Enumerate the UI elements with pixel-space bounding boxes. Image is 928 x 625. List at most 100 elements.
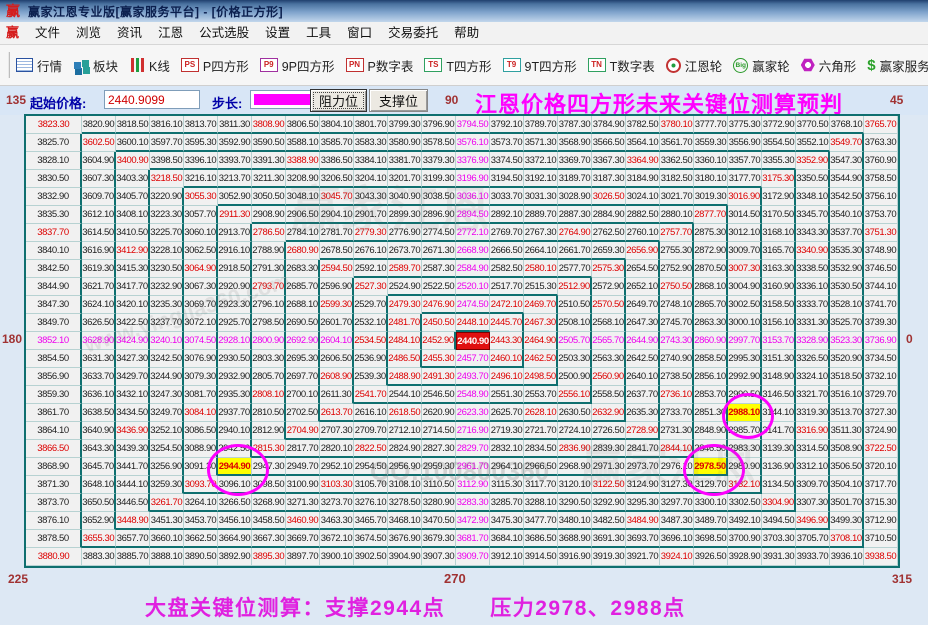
grid-cell: 3480.10 bbox=[558, 512, 592, 530]
grid-cell: 2781.70 bbox=[320, 224, 354, 242]
grid-cell: 3124.90 bbox=[626, 476, 660, 494]
grid-cell: 2724.10 bbox=[558, 422, 592, 440]
grid-cell: 3578.50 bbox=[422, 134, 456, 152]
grid-cell: 3259.30 bbox=[150, 476, 184, 494]
grid-cell: 2736.10 bbox=[660, 386, 694, 404]
toolbar-item-t-square[interactable]: TS T四方形 bbox=[424, 56, 492, 75]
grid-cell: 3160.90 bbox=[762, 278, 796, 296]
grid-cell: 3729.70 bbox=[864, 386, 898, 404]
grid-cell: 3496.90 bbox=[796, 512, 830, 530]
toolbar-item-gann-wheel[interactable]: 江恩轮 bbox=[665, 56, 722, 75]
grid-cell: 2460.10 bbox=[490, 350, 524, 368]
grid-cell: 3312.10 bbox=[796, 458, 830, 476]
grid-cell: 3300.10 bbox=[694, 494, 728, 512]
grid-cell: 2649.70 bbox=[626, 296, 660, 314]
grid-cell: 3628.90 bbox=[82, 332, 116, 350]
grid-cell: 2942.50 bbox=[218, 440, 252, 458]
window-title: 赢家江恩专业版[赢家服务平台] - [价格正方形] bbox=[28, 4, 284, 19]
toolbar-item-quotes[interactable]: 行情 bbox=[16, 56, 62, 75]
grid-cell: 3237.70 bbox=[150, 314, 184, 332]
grid-cell: 2868.10 bbox=[694, 278, 728, 296]
toolbar-item-p-square[interactable]: PS P四方形 bbox=[180, 56, 249, 75]
grid-cell: 2776.90 bbox=[388, 224, 422, 242]
start-price-input[interactable] bbox=[104, 90, 200, 109]
grid-cell: 2743.30 bbox=[660, 332, 694, 350]
toolbar-item-9p-square[interactable]: P9 9P四方形 bbox=[259, 56, 335, 75]
grid-cell: 3139.30 bbox=[762, 440, 796, 458]
menu-item-8[interactable]: 交易委托 bbox=[380, 26, 446, 40]
grid-cell: 2604.10 bbox=[320, 332, 354, 350]
grid-cell: 3247.30 bbox=[150, 386, 184, 404]
toolbar-item-kline[interactable]: K线 bbox=[129, 56, 170, 75]
toolbar-item-hexagon[interactable]: 六角形 bbox=[800, 56, 856, 75]
grid-cell: 3266.50 bbox=[218, 494, 252, 512]
grid-cell: 3708.10 bbox=[830, 530, 864, 548]
grid-cell: 3117.70 bbox=[524, 476, 558, 494]
grid-cell: 3350.50 bbox=[796, 170, 830, 188]
grid-cell: 3904.90 bbox=[388, 548, 422, 566]
grid-cell: 3592.90 bbox=[218, 134, 252, 152]
key-level-cell: 2944.90 bbox=[218, 458, 252, 476]
grid-cell: 2647.30 bbox=[626, 314, 660, 332]
menu-item-7[interactable]: 窗口 bbox=[339, 26, 380, 40]
menu-item-4[interactable]: 公式选股 bbox=[191, 26, 257, 40]
grid-cell: 3648.10 bbox=[82, 476, 116, 494]
grid-cell: 3393.70 bbox=[218, 152, 252, 170]
grid-cell: 2584.90 bbox=[456, 260, 490, 278]
toolbar-item-sectors[interactable]: 板块 bbox=[73, 56, 118, 75]
grid-cell: 3244.90 bbox=[150, 368, 184, 386]
resistance-button[interactable]: 阻力位 bbox=[310, 89, 367, 112]
grid-cell: 3211.30 bbox=[252, 170, 286, 188]
grid-cell: 2808.10 bbox=[252, 386, 286, 404]
support-button[interactable]: 支撑位 bbox=[369, 89, 428, 112]
center-cell: 2440.90 bbox=[456, 332, 490, 350]
grid-cell: 3340.90 bbox=[796, 242, 830, 260]
grid-cell: 3540.10 bbox=[830, 206, 864, 224]
grid-cell: 2493.70 bbox=[456, 368, 490, 386]
grid-cell: 3866.50 bbox=[26, 440, 82, 458]
menu-item-1[interactable]: 浏览 bbox=[68, 26, 109, 40]
grid-cell: 3763.30 bbox=[864, 134, 898, 152]
toolbar-item-winner-service[interactable]: $ 赢家服务 bbox=[867, 56, 928, 75]
grid-cell: 3616.90 bbox=[82, 242, 116, 260]
grid-cell: 3232.90 bbox=[150, 278, 184, 296]
toolbar-item-9t-square[interactable]: T9 9T四方形 bbox=[502, 56, 577, 75]
grid-cell: 2467.30 bbox=[524, 314, 558, 332]
grid-cell: 3038.50 bbox=[422, 188, 456, 206]
grid-cell: 3756.10 bbox=[864, 188, 898, 206]
p-table-icon: PN bbox=[345, 58, 364, 72]
menu-item-2[interactable]: 资讯 bbox=[109, 26, 150, 40]
grid-cell: 3230.50 bbox=[150, 260, 184, 278]
grid-cell: 2793.70 bbox=[252, 278, 286, 296]
menu-item-9[interactable]: 帮助 bbox=[446, 26, 487, 40]
grid-cell: 3045.70 bbox=[320, 188, 354, 206]
grid-cell: 3782.50 bbox=[626, 116, 660, 134]
grid-cell: 3710.50 bbox=[864, 530, 898, 548]
grid-cell: 3506.50 bbox=[830, 458, 864, 476]
grid-cell: 3403.30 bbox=[116, 170, 150, 188]
grid-cell: 2654.50 bbox=[626, 260, 660, 278]
grid-cell: 2553.70 bbox=[524, 386, 558, 404]
grid-cell: 2632.90 bbox=[592, 404, 626, 422]
grid-cell: 3112.90 bbox=[456, 476, 490, 494]
grid-cell: 2709.70 bbox=[354, 422, 388, 440]
grid-cell: 3422.50 bbox=[116, 314, 150, 332]
toolbar-item-t-table[interactable]: TN T数字表 bbox=[587, 56, 655, 75]
grid-cell: 3794.50 bbox=[456, 116, 490, 134]
grid-cell: 3460.90 bbox=[286, 512, 320, 530]
toolbar-item-winner-wheel[interactable]: Big 赢家轮 bbox=[733, 56, 790, 75]
grid-cell: 2508.10 bbox=[558, 314, 592, 332]
grid-cell: 3271.30 bbox=[286, 494, 320, 512]
menu-item-6[interactable]: 工具 bbox=[298, 26, 339, 40]
toolbar-item-p-table[interactable]: PN P数字表 bbox=[345, 56, 413, 75]
angle-label-225: 225 bbox=[8, 572, 29, 586]
grid-cell: 3796.90 bbox=[422, 116, 456, 134]
grid-cell: 2702.50 bbox=[286, 404, 320, 422]
menu-item-0[interactable]: 文件 bbox=[27, 26, 68, 40]
menu-item-3[interactable]: 江恩 bbox=[150, 26, 191, 40]
menu-items: 文件 浏览 资讯 江恩 公式选股 设置 工具 窗口 交易委托 帮助 bbox=[27, 23, 487, 44]
grid-cell: 3777.70 bbox=[694, 116, 728, 134]
grid-cell: 2546.50 bbox=[422, 386, 456, 404]
grid-cell: 3163.30 bbox=[762, 260, 796, 278]
menu-item-5[interactable]: 设置 bbox=[257, 26, 298, 40]
